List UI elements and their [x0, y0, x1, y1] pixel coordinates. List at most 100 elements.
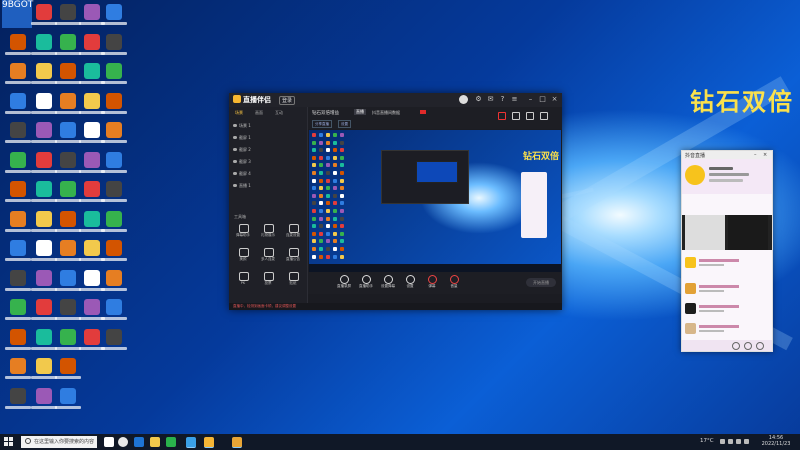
record-icon[interactable]: [498, 112, 506, 120]
desktop-shortcut-icon[interactable]: [4, 297, 32, 325]
tab-picture[interactable]: 画面: [255, 110, 263, 116]
tool-multi[interactable]: 多人连麦: [258, 247, 278, 265]
tab-scene[interactable]: 场景: [235, 110, 243, 116]
tool-gift[interactable]: 礼物展示: [258, 223, 278, 241]
app-titlebar[interactable]: 直播伴侣 登录 ⚙ ✉ ? ≡ – □ ×: [229, 93, 562, 107]
login-badge[interactable]: 登录: [279, 96, 296, 105]
wechat-icon[interactable]: [166, 437, 176, 447]
tool-vote[interactable]: 投票: [258, 271, 278, 289]
gift-icon[interactable]: [744, 342, 752, 350]
eye-icon[interactable]: [233, 148, 237, 151]
desktop-shortcut-icon[interactable]: [100, 2, 128, 30]
weather-temp[interactable]: 17°C: [700, 438, 714, 444]
folder-icon[interactable]: [150, 437, 160, 447]
edge-icon[interactable]: [134, 437, 144, 447]
scene-row[interactable]: 截屏 4: [233, 171, 303, 179]
preview-icon: [326, 247, 330, 251]
scene-row[interactable]: 直播 1: [233, 183, 303, 191]
desktop-shortcut-icon[interactable]: [100, 150, 128, 178]
message-icon[interactable]: ✉: [487, 96, 494, 103]
eye-icon[interactable]: [233, 172, 237, 175]
desktop-shortcut-icon[interactable]: [4, 209, 32, 237]
tool-pk[interactable]: PK: [233, 271, 253, 289]
taskbar-app-icon[interactable]: [186, 437, 196, 448]
assistant-button[interactable]: 直播助手: [358, 274, 374, 292]
tool-beauty[interactable]: 美颜: [233, 247, 253, 265]
desktop-shortcut-icon[interactable]: [4, 327, 32, 355]
danmaku-button[interactable]: 设置弹幕: [380, 274, 396, 292]
desktop-shortcut-icon[interactable]: [100, 209, 128, 237]
desktop-shortcut-icon[interactable]: [100, 120, 128, 148]
desktop-shortcut-icon[interactable]: [100, 91, 128, 119]
clock[interactable]: 14:56 2022/11/23: [761, 435, 791, 447]
eye-icon[interactable]: [233, 124, 237, 127]
tool-sticker[interactable]: 贴纸: [283, 271, 303, 289]
desktop-shortcut-icon[interactable]: [100, 179, 128, 207]
streaming-app-taskbar-icon[interactable]: [204, 437, 214, 448]
tool-link[interactable]: 连麦设置: [283, 223, 303, 241]
more-icon[interactable]: [756, 342, 764, 350]
taskbar-app-icon[interactable]: [232, 437, 242, 448]
room-id: 抖音直播间数据: [372, 110, 400, 115]
desktop-shortcut-icon[interactable]: [4, 268, 32, 296]
close-icon[interactable]: ×: [551, 96, 558, 103]
more-icon[interactable]: [540, 112, 548, 120]
desktop-shortcut-icon[interactable]: [4, 179, 32, 207]
minimize-icon[interactable]: –: [527, 96, 534, 103]
desktop-shortcut-icon[interactable]: [4, 386, 32, 414]
record-button[interactable]: 直播录屏: [336, 274, 352, 292]
close-icon[interactable]: ×: [763, 152, 767, 158]
desktop-shortcut-icon[interactable]: [4, 238, 32, 266]
desktop-shortcut-icon[interactable]: [4, 91, 32, 119]
scene-row[interactable]: 截屏 2: [233, 147, 303, 155]
mic-button[interactable]: 弹幕: [424, 274, 440, 292]
menu-icon[interactable]: ≡: [511, 96, 518, 103]
desktop-shortcut-icon[interactable]: [100, 268, 128, 296]
share-pill[interactable]: 分享直播: [312, 120, 332, 128]
user-avatar[interactable]: [459, 95, 468, 104]
lock-icon[interactable]: [526, 112, 534, 120]
help-icon[interactable]: ?: [499, 96, 506, 103]
volume-button[interactable]: 音量: [446, 274, 462, 292]
chat-media[interactable]: [682, 215, 772, 250]
task-view-icon[interactable]: [104, 437, 114, 447]
minimize-icon[interactable]: –: [754, 152, 757, 158]
share-icon[interactable]: [512, 112, 520, 120]
desktop-shortcut-icon[interactable]: [100, 32, 128, 60]
desktop-shortcut-icon[interactable]: [100, 61, 128, 89]
desktop-shortcut-icon[interactable]: [4, 120, 32, 148]
scene-row[interactable]: 截屏 3: [233, 159, 303, 167]
settings-button[interactable]: 设置: [402, 274, 418, 292]
eye-icon[interactable]: [233, 160, 237, 163]
start-live-button[interactable]: 开始直播: [526, 278, 556, 287]
windows-start-button[interactable]: [4, 437, 14, 447]
system-tray[interactable]: [720, 438, 756, 446]
chat-panel[interactable]: 抖音直播 – ×: [681, 150, 773, 352]
desktop-shortcut-icon[interactable]: [4, 356, 32, 384]
eye-icon[interactable]: [233, 136, 237, 139]
scene-row[interactable]: 截屏 1: [233, 135, 303, 143]
eye-icon[interactable]: [233, 184, 237, 187]
tool-notice[interactable]: 直播公告: [283, 247, 303, 265]
live-preview[interactable]: 钻石双倍: [309, 130, 561, 272]
chrome-icon[interactable]: [118, 437, 128, 447]
desktop-shortcut-icon[interactable]: [100, 238, 128, 266]
streaming-app-window[interactable]: 直播伴侣 登录 ⚙ ✉ ? ≡ – □ × 场景 画面 互动 场景 1 截屏 1…: [229, 93, 562, 310]
desktop-shortcut-icon[interactable]: [54, 356, 82, 384]
room-title[interactable]: 钻石双倍增益: [312, 110, 339, 116]
desktop-shortcut-icon[interactable]: [100, 297, 128, 325]
settings-pill[interactable]: 设置: [338, 120, 351, 128]
tab-interact[interactable]: 互动: [275, 110, 283, 116]
tool-danmaku[interactable]: 弹幕助手: [233, 223, 253, 241]
desktop-shortcut-icon[interactable]: [4, 150, 32, 178]
search-input[interactable]: 在这里输入你要搜索的内容: [21, 436, 97, 448]
avatar[interactable]: [685, 165, 705, 185]
desktop-shortcut-icon[interactable]: [54, 386, 82, 414]
desktop-shortcut-icon[interactable]: [4, 61, 32, 89]
desktop-shortcut-icon[interactable]: [100, 327, 128, 355]
scene-row[interactable]: 场景 1: [233, 123, 303, 131]
emoji-icon[interactable]: [732, 342, 740, 350]
desktop-shortcut-icon[interactable]: [4, 32, 32, 60]
maximize-icon[interactable]: □: [539, 96, 546, 103]
settings-icon[interactable]: ⚙: [475, 96, 482, 103]
